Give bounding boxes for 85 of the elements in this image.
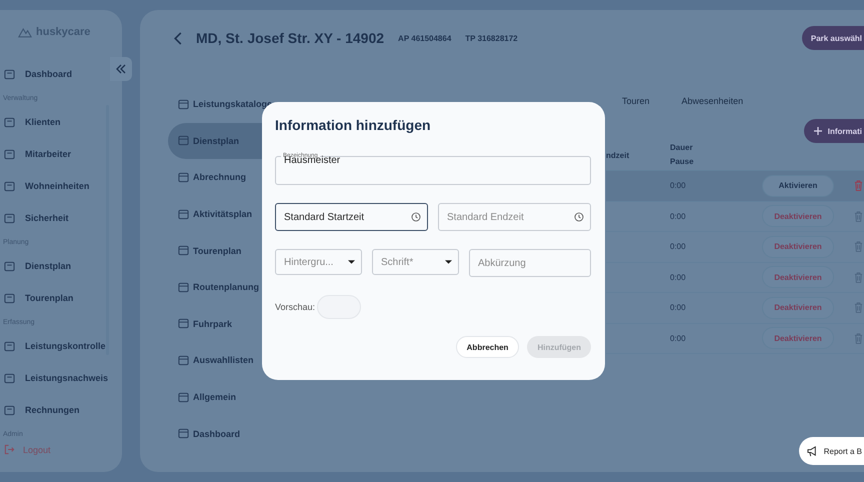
status-button[interactable]: Deaktivieren bbox=[762, 266, 834, 288]
table-cell: 0:00 bbox=[670, 212, 686, 221]
clock-icon bbox=[411, 212, 421, 222]
column-header: Dauer Pause bbox=[670, 142, 695, 168]
plus-icon bbox=[814, 127, 822, 135]
status-button[interactable]: Deaktivieren bbox=[762, 296, 834, 319]
calendar-icon bbox=[178, 98, 189, 110]
table-row[interactable]: 0:00 Aktivieren bbox=[606, 171, 864, 202]
calendar-icon bbox=[178, 428, 189, 440]
cancel-button[interactable]: Abbrechen bbox=[456, 336, 520, 358]
delete-icon[interactable] bbox=[854, 332, 863, 344]
delete-icon[interactable] bbox=[854, 302, 863, 314]
calendar-icon bbox=[178, 245, 189, 256]
nav-icon bbox=[4, 212, 15, 224]
clock-icon bbox=[574, 212, 584, 222]
park-button[interactable]: Park auswähl bbox=[802, 26, 864, 50]
nav-icon bbox=[4, 68, 15, 80]
subnav-item[interactable]: Allgemein bbox=[168, 378, 318, 416]
double-chevron-icon bbox=[116, 64, 126, 74]
table-cell: 0:00 bbox=[670, 181, 686, 190]
table-row[interactable]: 0:00 Deaktivieren bbox=[606, 324, 864, 354]
sidebar-item[interactable]: Mitarbeiter bbox=[25, 149, 72, 159]
add-information-button[interactable]: Informati bbox=[804, 119, 864, 143]
table-cell: 0:00 bbox=[670, 242, 686, 252]
subnav-item[interactable]: Dashboard bbox=[168, 415, 318, 452]
subnav-item[interactable]: Auswahllisten bbox=[168, 342, 318, 379]
end-time-field[interactable]: Standard Endzeit bbox=[438, 203, 591, 231]
calendar-icon bbox=[178, 392, 189, 403]
ap-number: AP 461504864 bbox=[398, 34, 452, 42]
status-button[interactable]: Deaktivieren bbox=[762, 205, 834, 228]
dropdown-icon bbox=[445, 260, 452, 264]
back-icon[interactable] bbox=[174, 32, 182, 44]
sidebar-item[interactable]: Tourenplan bbox=[25, 293, 74, 303]
table-cell: 0:00 bbox=[670, 303, 686, 312]
sidebar-item[interactable]: Dashboard bbox=[25, 69, 72, 79]
page-title: MD, St. Josef Str. XY - 14902 bbox=[196, 30, 384, 46]
sidebar-item[interactable]: Klienten bbox=[25, 117, 61, 127]
sidebar-item[interactable]: Leistungsnachweis bbox=[25, 373, 108, 383]
preview-label: Vorschau: bbox=[275, 302, 316, 312]
delete-icon[interactable] bbox=[854, 210, 863, 222]
nav-icon bbox=[4, 340, 15, 352]
calendar-icon bbox=[178, 172, 189, 183]
sidebar-item[interactable]: Dienstplan bbox=[25, 261, 72, 271]
table-cell: 0:00 bbox=[670, 272, 686, 282]
report-bug-button[interactable]: Report a B bbox=[798, 437, 864, 465]
dropdown-icon bbox=[348, 260, 355, 264]
logout-link[interactable]: Logout bbox=[23, 444, 51, 454]
sidebar-item[interactable]: Wohneinheiten bbox=[25, 181, 90, 191]
status-button[interactable]: Deaktivieren bbox=[762, 236, 834, 258]
nav-icon bbox=[4, 372, 15, 384]
sidebar-item[interactable]: Rechnungen bbox=[25, 405, 80, 415]
abbreviation-field[interactable]: Abkürzung bbox=[469, 249, 591, 277]
calendar-icon bbox=[178, 208, 189, 220]
nav-icon bbox=[4, 292, 15, 304]
nav-icon bbox=[4, 148, 15, 160]
sidebar-item[interactable]: Leistungskontrolle bbox=[25, 341, 106, 351]
delete-icon[interactable] bbox=[854, 241, 863, 252]
delete-icon[interactable] bbox=[854, 180, 863, 192]
tab[interactable]: Abwesenheiten bbox=[668, 93, 758, 109]
background-select[interactable]: Hintergru... bbox=[275, 249, 362, 275]
calendar-icon bbox=[178, 135, 189, 146]
table-row[interactable]: 0:00 Deaktivieren bbox=[606, 262, 864, 293]
nav-icon bbox=[4, 260, 15, 272]
nav-icon bbox=[4, 404, 15, 416]
sidebar-item[interactable]: Sicherheit bbox=[25, 213, 69, 223]
calendar-icon bbox=[178, 354, 189, 366]
table-row[interactable]: 0:00 Deaktivieren bbox=[606, 293, 864, 324]
table-row[interactable]: 0:00 Deaktivieren bbox=[606, 202, 864, 232]
table-row[interactable]: 0:00 Deaktivieren bbox=[606, 232, 864, 262]
logout-icon bbox=[4, 444, 15, 455]
table-cell: 0:00 bbox=[670, 334, 686, 343]
megaphone-icon bbox=[806, 446, 819, 456]
calendar-icon bbox=[178, 282, 189, 293]
start-time-field[interactable]: Standard Startzeit bbox=[275, 203, 428, 231]
calendar-icon bbox=[178, 318, 189, 330]
status-button[interactable]: Aktivieren bbox=[762, 174, 834, 197]
nav-icon bbox=[4, 180, 15, 192]
column-header: ndzeit bbox=[606, 150, 630, 160]
delete-icon[interactable] bbox=[854, 272, 863, 283]
font-select[interactable]: Schrift* bbox=[372, 249, 459, 275]
status-button[interactable]: Deaktivieren bbox=[762, 327, 834, 350]
nav-icon bbox=[4, 116, 15, 128]
tp-number: TP 316828172 bbox=[465, 34, 518, 42]
collapse-button[interactable] bbox=[110, 57, 132, 81]
tab[interactable]: Touren bbox=[608, 93, 664, 109]
